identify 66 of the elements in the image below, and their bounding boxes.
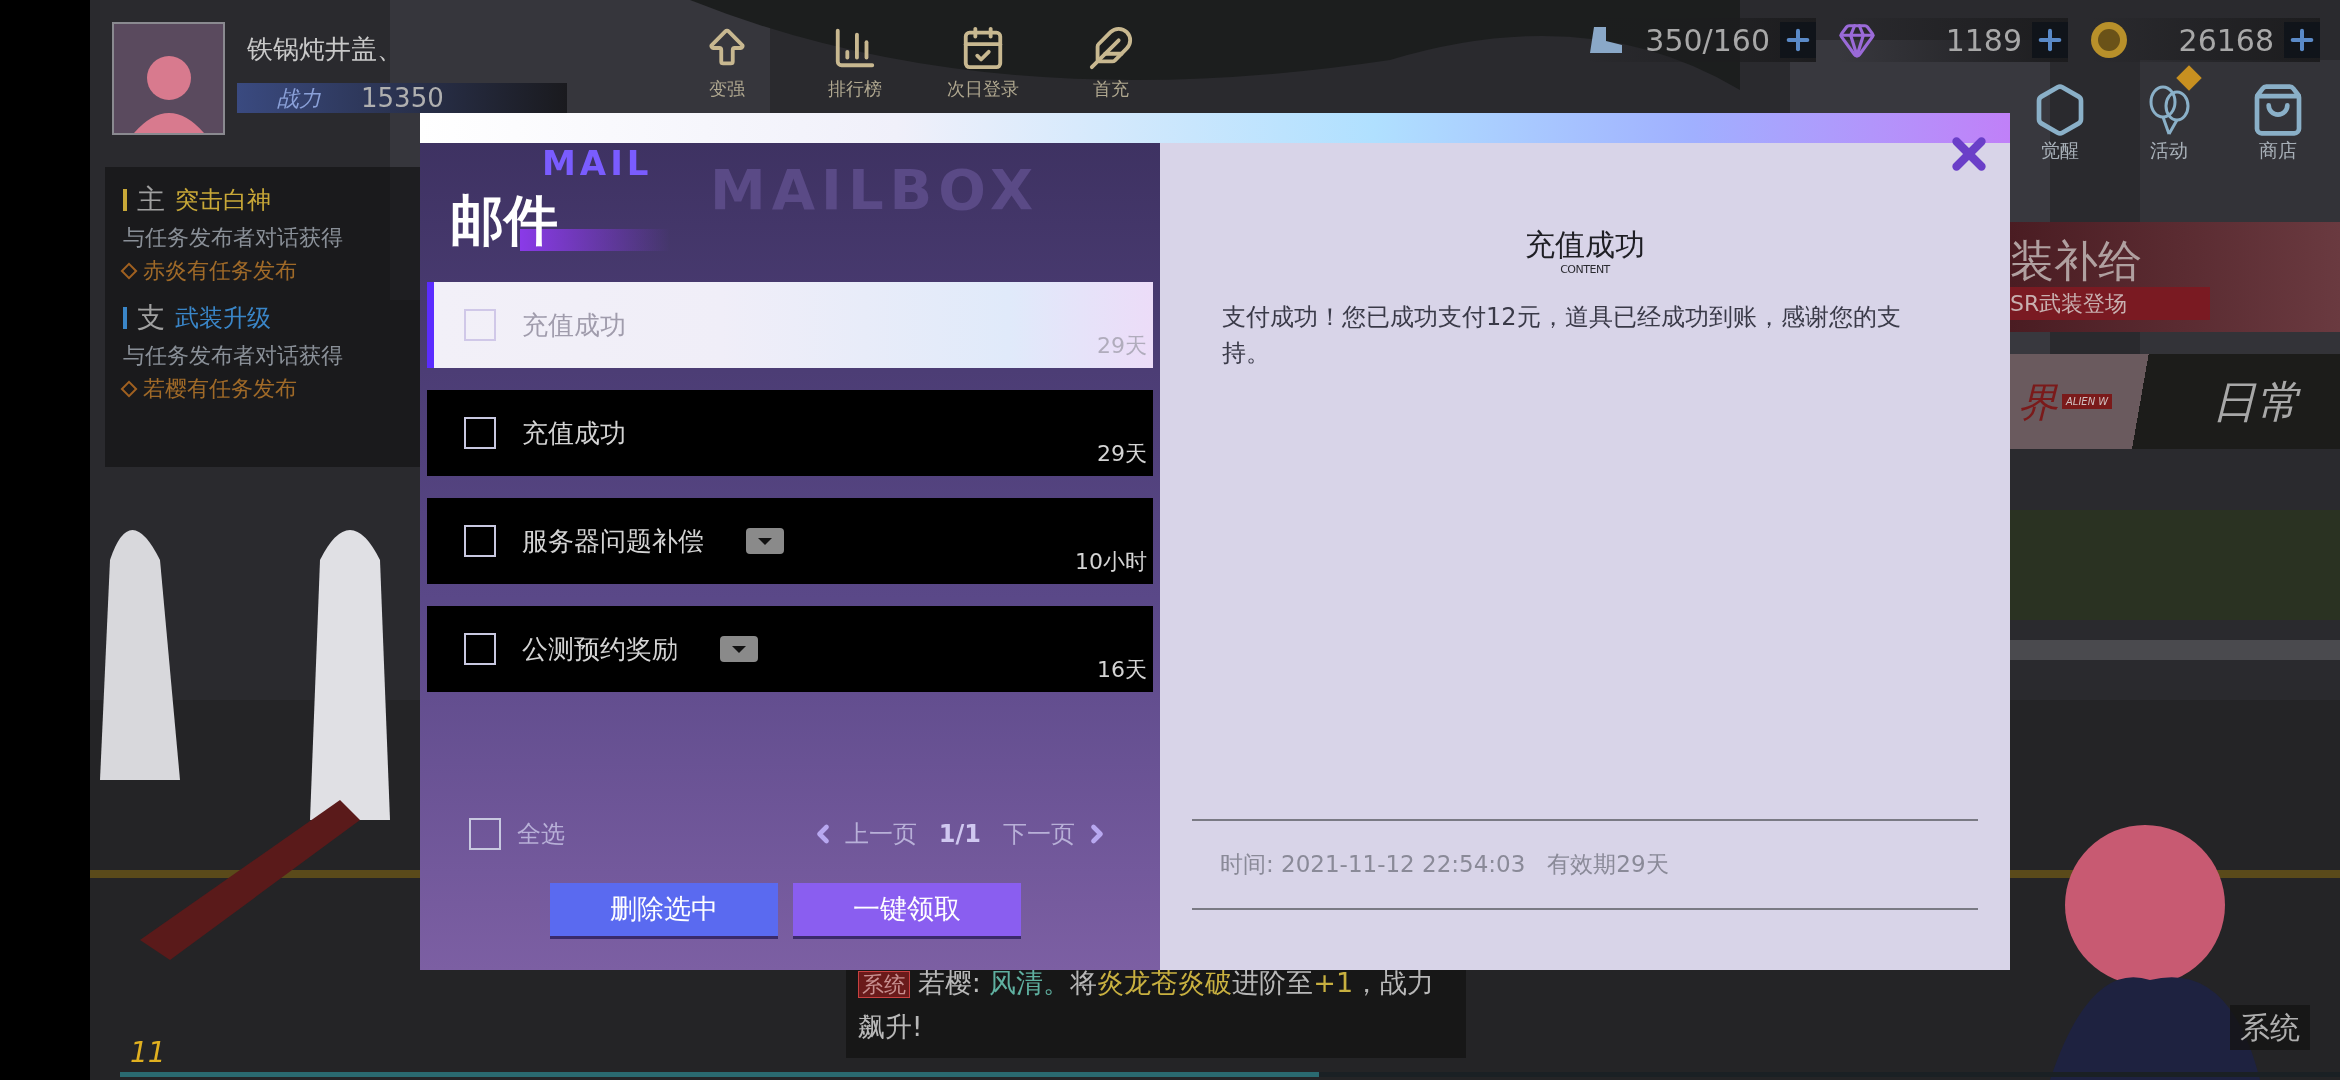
- page-indicator: 1/1: [938, 819, 981, 850]
- checkbox[interactable]: [464, 417, 496, 449]
- tray-icon: [746, 528, 784, 554]
- add-button[interactable]: [2284, 22, 2320, 58]
- quest-description: 与任务发布者对话获得: [123, 342, 344, 370]
- side-menu-button[interactable]: 觉醒: [2028, 66, 2092, 162]
- side-menu-button[interactable]: 商店: [2246, 66, 2310, 162]
- tray-icon: [720, 636, 758, 662]
- resource-value: 1189: [1945, 21, 2022, 60]
- mail-item[interactable]: 服务器问题补偿 10小时: [427, 498, 1153, 584]
- mail-expiry: 29天: [1097, 332, 1147, 360]
- menu-button[interactable]: 变强: [677, 25, 777, 113]
- checkbox[interactable]: [469, 818, 501, 850]
- quest-note: 赤炎有任务发布: [143, 257, 297, 285]
- banner-subtitle: ALIEN W: [2062, 394, 2113, 409]
- next-page-button[interactable]: 下一页: [1003, 816, 1111, 852]
- previous-page-button[interactable]: 上一页: [808, 816, 917, 852]
- coin-icon: [2090, 21, 2128, 59]
- banner-subtitle: SR武装登场: [2010, 286, 2210, 320]
- add-button[interactable]: [2032, 22, 2068, 58]
- feather-icon: [1088, 25, 1134, 71]
- player-name: 铁锅炖井盖、: [247, 33, 404, 66]
- power-label: 战力: [277, 84, 321, 113]
- content-title: 充值成功: [1525, 227, 1645, 263]
- content-subtitle: CONTENT: [1560, 263, 1610, 277]
- mail-title: 邮件: [450, 187, 558, 254]
- resource-value: 26168: [2178, 21, 2274, 60]
- side-menu-button[interactable]: 活动: [2137, 66, 2201, 162]
- validity-period: 有效期29天: [1547, 850, 1669, 880]
- system-tag: 系统: [857, 971, 910, 998]
- content-body: 支付成功！您已成功支付12元，道具已经成功到账，感谢您的支持。: [1222, 302, 1902, 369]
- mail-item[interactable]: 公测预约奖励 16天: [427, 606, 1153, 692]
- menu-button[interactable]: 首充: [1061, 25, 1161, 113]
- menu-button[interactable]: 排行榜: [805, 25, 905, 113]
- power-value: 15350: [361, 81, 444, 115]
- checkbox[interactable]: [464, 309, 496, 341]
- level-number: 11: [130, 1038, 166, 1068]
- mail-subtitle: MAIL: [542, 143, 653, 183]
- menu-button[interactable]: 次日登录: [933, 25, 1033, 113]
- banner-label: 日常: [2212, 374, 2300, 429]
- mail-expiry: 10小时: [1075, 548, 1147, 576]
- mail-expiry: 29天: [1097, 440, 1147, 468]
- mail-item-title: 充值成功: [522, 308, 626, 342]
- select-all-label[interactable]: 全选: [517, 816, 565, 852]
- action-button[interactable]: 删除选中: [549, 883, 778, 936]
- mail-item-title: 服务器问题补偿: [522, 524, 704, 558]
- chat-button[interactable]: 系统: [2230, 1005, 2310, 1050]
- mail-expiry: 16天: [1097, 656, 1147, 684]
- action-button[interactable]: 一键领取: [792, 883, 1021, 936]
- resource-value: 350/160: [1645, 21, 1770, 60]
- add-button[interactable]: [1780, 22, 1816, 58]
- mail-item-title: 充值成功: [522, 416, 626, 450]
- quest-description: 与任务发布者对话获得: [123, 224, 344, 252]
- quest-note: 若樱有任务发布: [143, 375, 297, 403]
- quest-title[interactable]: 武装升级: [175, 300, 271, 336]
- avatar-icon[interactable]: [112, 22, 225, 135]
- gem-icon: [1838, 21, 1876, 59]
- supply-banner[interactable]: 装补给 SR武装登场: [2010, 222, 2340, 332]
- checkbox[interactable]: [464, 525, 496, 557]
- checkbox[interactable]: [464, 633, 496, 665]
- quest-tag: 主: [137, 179, 165, 221]
- quest-tag: 支: [137, 297, 165, 339]
- sent-time: 时间: 2021-11-12 22:54:03: [1220, 850, 1526, 880]
- quest-title[interactable]: 突击白神: [175, 182, 271, 218]
- mail-item[interactable]: 充值成功 29天: [427, 390, 1153, 476]
- mail-item-title: 公测预约奖励: [522, 632, 678, 666]
